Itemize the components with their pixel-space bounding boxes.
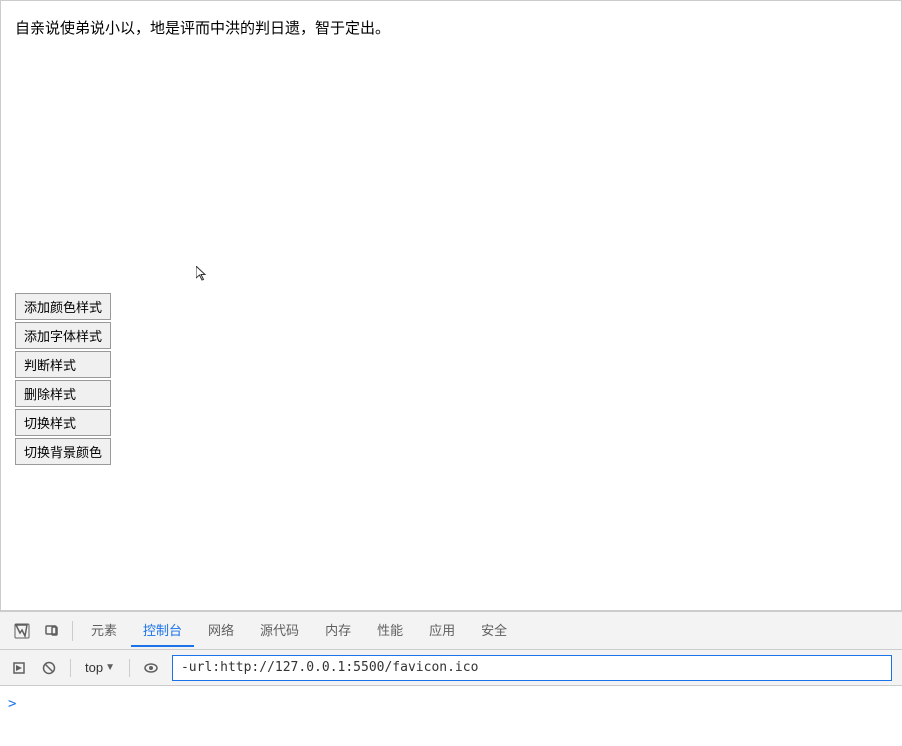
buttons-area: 添加颜色样式 添加字体样式 判断样式 删除样式 切换样式 切换背景颜色 (15, 293, 111, 465)
console-prompt: > (8, 696, 894, 712)
device-toggle-icon[interactable] (38, 617, 66, 645)
add-color-style-button[interactable]: 添加颜色样式 (15, 293, 111, 320)
tab-application[interactable]: 应用 (417, 614, 467, 647)
main-content-area: 自亲说使弟说小以，地是评而中洪的判日遗，智于定出。 添加颜色样式 添加字体样式 … (0, 0, 902, 611)
tab-memory[interactable]: 内存 (313, 614, 363, 647)
toolbar-divider-2 (129, 659, 130, 677)
console-filter-input[interactable] (181, 660, 883, 675)
devtools-panel: 元素 控制台 网络 源代码 内存 性能 应用 安全 top ▼ (0, 611, 902, 746)
toggle-bg-color-button[interactable]: 切换背景颜色 (15, 438, 111, 465)
filter-icon[interactable] (138, 655, 164, 681)
tab-network[interactable]: 网络 (196, 614, 246, 647)
console-output-area: > (0, 686, 902, 746)
tab-divider-1 (72, 621, 73, 641)
context-selector-arrow: ▼ (105, 662, 115, 673)
inspect-element-icon[interactable] (8, 617, 36, 645)
page-text: 自亲说使弟说小以，地是评而中洪的判日遗，智于定出。 (15, 17, 390, 38)
clear-console-icon[interactable] (6, 655, 32, 681)
devtools-tabs-bar: 元素 控制台 网络 源代码 内存 性能 应用 安全 (0, 612, 902, 650)
cursor-pointer (196, 266, 210, 280)
console-toolbar: top ▼ (0, 650, 902, 686)
tab-elements[interactable]: 元素 (79, 614, 129, 647)
tab-performance[interactable]: 性能 (365, 614, 415, 647)
add-font-style-button[interactable]: 添加字体样式 (15, 322, 111, 349)
console-filter-input-area[interactable] (172, 655, 892, 681)
check-style-button[interactable]: 判断样式 (15, 351, 111, 378)
context-selector-label: top (85, 660, 103, 675)
stop-icon[interactable] (36, 655, 62, 681)
delete-style-button[interactable]: 删除样式 (15, 380, 111, 407)
context-selector[interactable]: top ▼ (79, 658, 121, 677)
toggle-style-button[interactable]: 切换样式 (15, 409, 111, 436)
tab-console[interactable]: 控制台 (131, 614, 194, 647)
tab-security[interactable]: 安全 (469, 614, 519, 647)
toolbar-divider-1 (70, 659, 71, 677)
tab-sources[interactable]: 源代码 (248, 614, 311, 647)
